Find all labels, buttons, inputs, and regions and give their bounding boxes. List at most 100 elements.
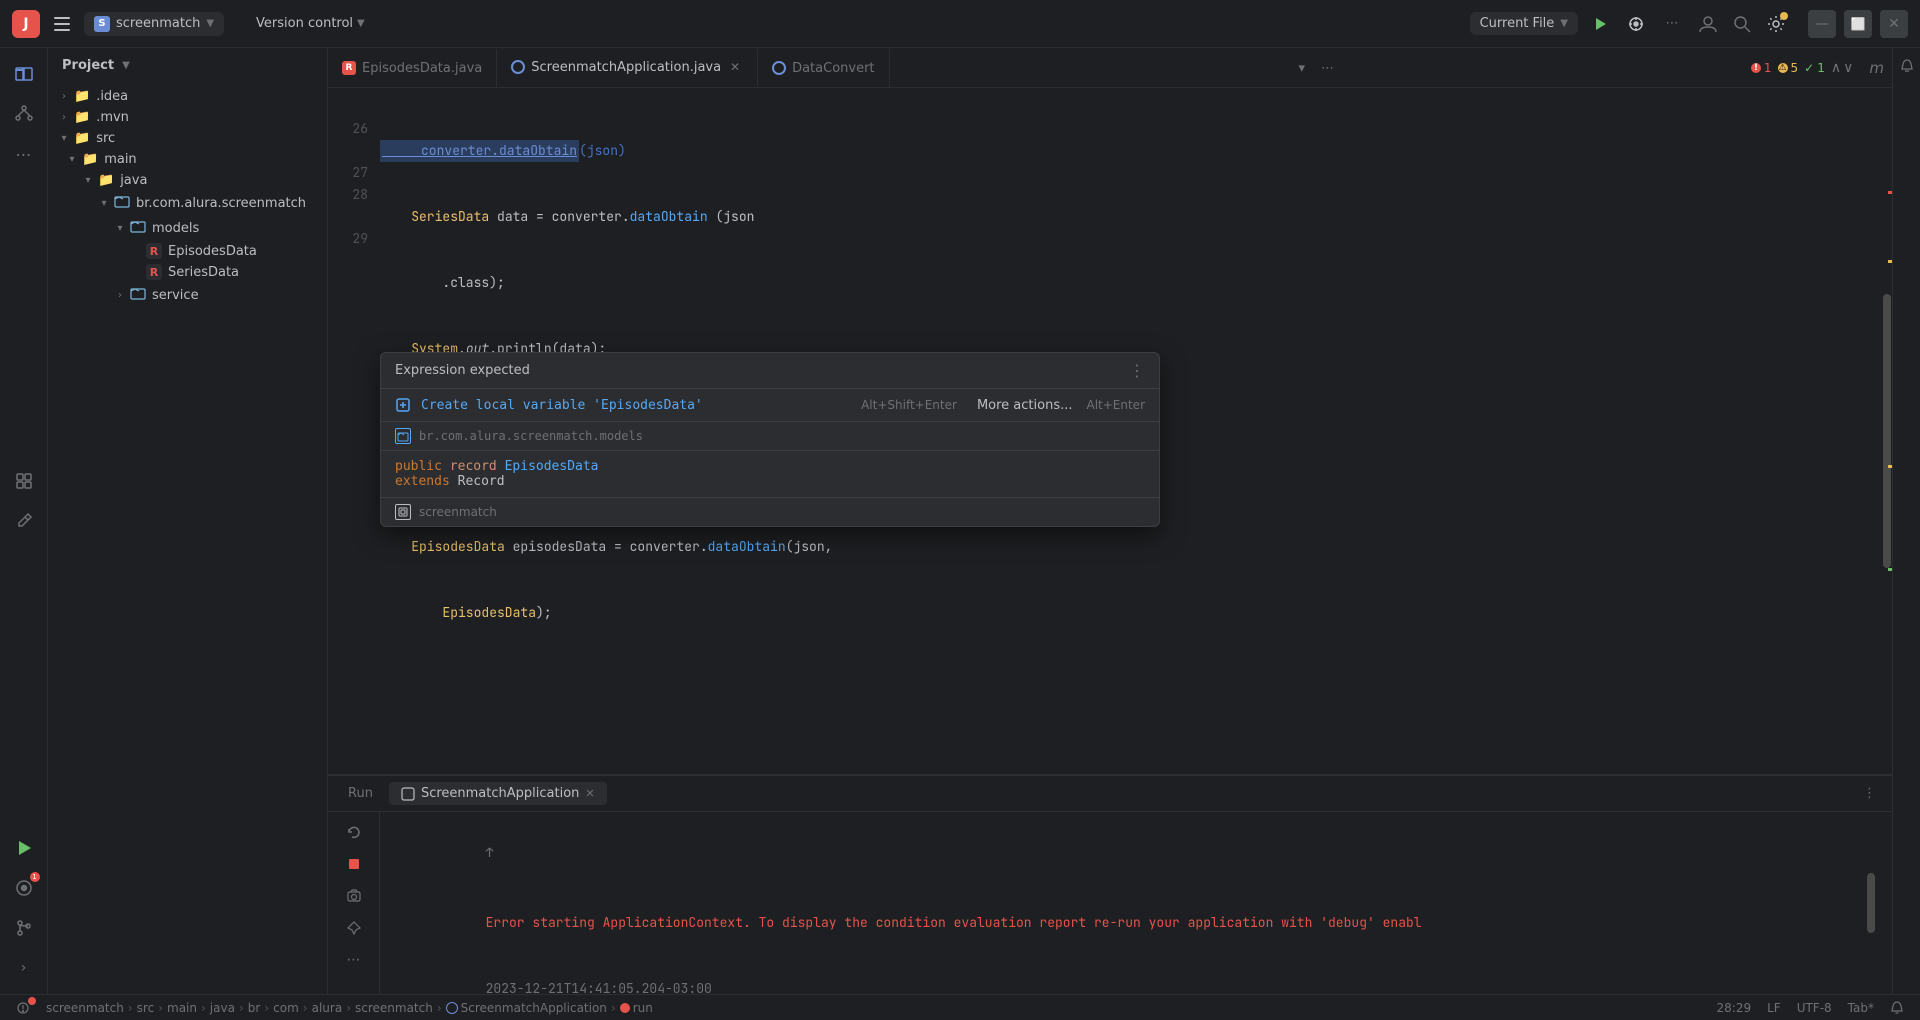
folder-icon-mvn: 📁: [74, 110, 90, 125]
activity-project-button[interactable]: [6, 56, 42, 92]
tree-item-models[interactable]: ▾ models: [52, 216, 323, 240]
run-more-options[interactable]: ⋯: [340, 946, 368, 974]
vc-label: Version control: [256, 16, 353, 31]
tree-toggle-main[interactable]: ▾: [64, 151, 80, 167]
popup-suggestion-row[interactable]: Create local variable 'EpisodesData' Alt…: [381, 389, 1159, 422]
italic-m-indicator: m: [1869, 59, 1884, 77]
restart-run-button[interactable]: [340, 818, 368, 846]
breadcrumb-alura: alura: [312, 1001, 343, 1015]
activity-expand-button[interactable]: ›: [6, 950, 42, 986]
tab-episodes-data[interactable]: R EpisodesData.java: [328, 49, 497, 87]
nav-down-button[interactable]: ∨: [1843, 60, 1853, 76]
titlebar: J S screenmatch ▼ Version control ▼ Curr…: [0, 0, 1920, 48]
tab-screenmatch-app[interactable]: ScreenmatchApplication.java ✕: [497, 49, 758, 87]
menu-line: [54, 23, 70, 25]
tree-toggle-java[interactable]: ▾: [80, 172, 96, 188]
popup-more-actions-label[interactable]: More actions...: [977, 398, 1073, 413]
notifications-button[interactable]: [1897, 56, 1917, 76]
tab-dots-button[interactable]: ⋯: [1313, 49, 1342, 87]
version-control-selector[interactable]: Version control ▼: [248, 12, 373, 35]
nav-up-button[interactable]: ∧: [1831, 60, 1841, 76]
debug-button[interactable]: [1622, 10, 1650, 38]
tree-item-mvn[interactable]: › 📁 .mvn: [52, 107, 323, 127]
status-notifications[interactable]: [8, 995, 38, 1020]
popup-shortcut: Alt+Shift+Enter: [861, 398, 957, 412]
status-position[interactable]: 28:29: [1709, 1001, 1760, 1015]
tree-item-service[interactable]: › service: [52, 283, 323, 307]
profile-button[interactable]: [1694, 10, 1722, 38]
tree-toggle-models[interactable]: ▾: [112, 220, 128, 236]
sidebar-title: Project: [62, 58, 114, 73]
service-folder-icon: [130, 285, 146, 305]
activity-tools-button[interactable]: [6, 503, 42, 539]
main-menu-button[interactable]: [48, 10, 76, 38]
status-line-ending[interactable]: LF: [1759, 1001, 1789, 1015]
tree-item-series-data[interactable]: R SeriesData: [52, 262, 323, 282]
output-line-2: 2023-12-21T14:41:05.204-03:00 ERROR 2232…: [392, 956, 1852, 994]
close-button[interactable]: ✕: [1880, 10, 1908, 38]
bottom-tab-close-button[interactable]: ✕: [585, 787, 594, 800]
tree-item-idea[interactable]: › 📁 .idea: [52, 86, 323, 106]
tree-item-java[interactable]: ▾ 📁 java: [52, 170, 323, 190]
tab-data-convert[interactable]: DataConvert: [758, 49, 889, 87]
bc-class-icon: [446, 1002, 458, 1014]
breadcrumb-src: src: [137, 1001, 155, 1015]
search-button[interactable]: [1728, 10, 1756, 38]
tree-toggle-mvn[interactable]: ›: [56, 109, 72, 125]
tab-more-button[interactable]: ▾: [1290, 49, 1313, 87]
run-button[interactable]: [1586, 10, 1614, 38]
error-count: 1: [1764, 61, 1772, 75]
status-indent[interactable]: Tab*: [1840, 1001, 1882, 1015]
bottom-panel-more-button[interactable]: ⋮: [1855, 786, 1884, 801]
screenshot-button[interactable]: [340, 882, 368, 910]
activity-more-button[interactable]: ⋯: [6, 136, 42, 172]
tree-toggle-br-pkg[interactable]: ▾: [96, 195, 112, 211]
scrollbar-thumb[interactable]: [1883, 294, 1891, 568]
activity-git-button[interactable]: [6, 910, 42, 946]
code-line-hidden: converter.dataObtain(json): [380, 140, 1882, 162]
run-output-scrollbar[interactable]: [1864, 812, 1878, 994]
activity-structure-button[interactable]: [6, 96, 42, 132]
activity-run-button[interactable]: [6, 830, 42, 866]
breadcrumb-screenmatch: screenmatch: [46, 1001, 124, 1015]
maximize-button[interactable]: ⬜: [1844, 10, 1872, 38]
stop-button[interactable]: [340, 850, 368, 878]
bottom-tab-run[interactable]: Run: [336, 782, 385, 805]
tab-label-episodes: EpisodesData.java: [362, 61, 482, 76]
activity-plugins-button[interactable]: [6, 463, 42, 499]
tree-item-episodes-data[interactable]: R EpisodesData: [52, 241, 323, 261]
status-notifications-right[interactable]: [1882, 1001, 1912, 1015]
tree-label-models: models: [152, 221, 199, 236]
activity-debug-button[interactable]: 1: [6, 870, 42, 906]
code-editor[interactable]: 26 27 28 29 converter.dataObtain(json): [328, 88, 1882, 774]
tab-close-screenmatch[interactable]: ✕: [727, 59, 743, 75]
warning-count: 5: [1791, 61, 1799, 75]
popup-more-icon[interactable]: ⋮: [1129, 361, 1145, 380]
tree-item-br-pkg[interactable]: ▾ br.com.alura.screenmatch: [52, 191, 323, 215]
run-target-selector[interactable]: Current File ▼: [1470, 12, 1578, 35]
bottom-tab-app[interactable]: ScreenmatchApplication ✕: [389, 782, 607, 805]
tree-toggle-service[interactable]: ›: [112, 287, 128, 303]
minimize-button[interactable]: —: [1808, 10, 1836, 38]
tree-toggle-src[interactable]: ▾: [56, 130, 72, 146]
tree-item-main[interactable]: ▾ 📁 main: [52, 149, 323, 169]
folder-icon-src: 📁: [74, 131, 90, 146]
more-run-options-button[interactable]: ⋯: [1658, 10, 1686, 38]
editor-more-options[interactable]: m: [1861, 49, 1892, 87]
tree-label-src: src: [96, 131, 115, 146]
warning-mark-1: [1888, 260, 1892, 263]
editor-scrollbar[interactable]: [1882, 88, 1892, 774]
tree-toggle-idea[interactable]: ›: [56, 88, 72, 104]
settings-button[interactable]: [1762, 10, 1790, 38]
notification-badge: [28, 997, 36, 1005]
timestamp-text: 2023-12-21T14:41:05.204-03:00: [486, 980, 720, 994]
pin-button[interactable]: [340, 914, 368, 942]
status-encoding[interactable]: UTF-8: [1789, 1001, 1840, 1015]
pkg-folder-icon: [114, 193, 130, 213]
project-selector[interactable]: S screenmatch ▼: [84, 12, 224, 36]
folder-icon-java: 📁: [98, 173, 114, 188]
tab-icon-dataconvert: [772, 61, 786, 75]
activity-bar: ⋯ 1: [0, 48, 48, 994]
code-line-26b: .class);: [380, 272, 1882, 294]
tree-item-src[interactable]: ▾ 📁 src: [52, 128, 323, 148]
